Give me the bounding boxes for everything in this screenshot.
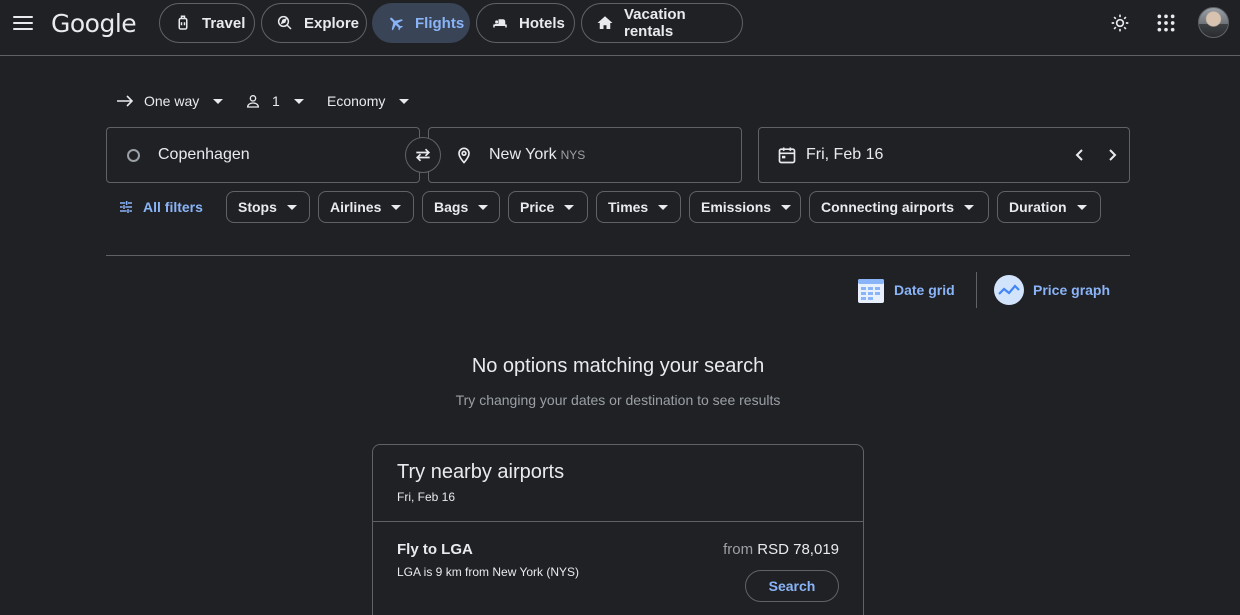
filter-connecting-airports-label: Connecting airports [821,199,955,215]
cabin-class-value: Economy [327,93,386,109]
filter-airlines-label: Airlines [330,199,382,215]
filter-times-label: Times [608,199,649,215]
price-graph-button[interactable]: Price graph [994,273,1110,307]
price-graph-label: Price graph [1033,282,1111,298]
nav-hotels-label: Hotels [519,14,565,32]
nearby-airports-card: Try nearby airports Fri, Feb 16 Fly to L… [372,444,864,615]
cabin-class-select[interactable]: Economy [327,90,410,112]
nav-travel-label: Travel [202,14,246,32]
nav-flights[interactable]: Flights [372,3,470,43]
filter-price-label: Price [520,199,555,215]
filter-connecting-airports[interactable]: Connecting airports [809,191,989,223]
nearby-airport-price: from RSD 78,019 [723,541,839,558]
passengers-select[interactable]: 1 [245,90,304,112]
origin-value: Copenhagen [158,146,250,163]
filter-duration-label: Duration [1009,199,1067,215]
location-pin-icon [458,147,470,164]
chevron-down-icon [293,98,304,104]
menu-icon-line [13,28,33,30]
nearby-airport-row: Fly to LGA LGA is 9 km from New York (NY… [373,522,863,615]
nav-vacation-rentals[interactable]: Vacation rentals [581,3,743,43]
filter-bags-label: Bags [434,199,469,215]
trip-type-select[interactable]: One way [116,90,224,112]
date-grid-icon [858,279,884,303]
chevron-left-icon [1075,149,1083,161]
all-filters-label: All filters [143,199,203,215]
no-results-title: No options matching your search [471,355,765,377]
nav-explore[interactable]: Explore [261,3,367,43]
apps-button[interactable] [1153,10,1179,36]
filter-price[interactable]: Price [508,191,588,223]
section-divider [106,255,1130,256]
airplane-icon [390,17,403,31]
account-avatar[interactable] [1198,7,1229,38]
chevron-down-icon [399,98,410,104]
nav-vacation-rentals-label: Vacation rentals [624,6,686,40]
previous-date-button[interactable] [1069,144,1091,166]
filter-emissions-label: Emissions [701,199,772,215]
destination-value: New York [489,146,557,163]
menu-icon-line [13,16,33,18]
chevron-down-icon [564,204,575,210]
main-menu-button[interactable] [10,10,36,36]
destination-field[interactable]: New York NYS [428,127,742,183]
arrow-right-icon [117,95,134,107]
filter-stops-label: Stops [238,199,277,215]
filter-times[interactable]: Times [596,191,681,223]
destination-code: NYS [560,148,586,162]
top-app-bar: Google Travel Explore Flights Hotels Vac… [0,0,1240,56]
nav-travel[interactable]: Travel [159,3,255,43]
filter-emissions[interactable]: Emissions [689,191,801,223]
chevron-down-icon [478,204,489,210]
all-filters-button[interactable]: All filters [118,196,203,218]
origin-circle-icon [127,148,140,162]
trip-type-value: One way [144,93,200,109]
swap-locations-button[interactable] [405,137,441,173]
price-prefix: from [723,541,754,558]
chevron-right-icon [1109,149,1117,161]
passengers-value: 1 [272,93,280,109]
bed-icon [493,19,507,28]
filter-stops[interactable]: Stops [226,191,310,223]
departure-date-value: Fri, Feb 16 [806,146,884,163]
chevron-down-icon [286,204,297,210]
date-grid-button[interactable]: Date grid [857,273,955,307]
suitcase-icon [178,15,188,30]
price-graph-icon [994,275,1024,305]
sun-icon [1111,14,1129,32]
apps-grid-icon [1157,14,1175,32]
swap-icon [415,148,431,162]
nav-flights-label: Flights [415,14,465,32]
google-logo[interactable]: Google [51,9,137,38]
nav-explore-label: Explore [304,14,360,32]
next-date-button[interactable] [1101,144,1123,166]
nearby-airports-title: Try nearby airports [397,461,565,483]
chevron-down-icon [658,204,669,210]
tune-icon [120,201,132,213]
price-value: RSD 78,019 [757,541,839,558]
no-results-subtitle: Try changing your dates or destination t… [455,392,781,408]
chevron-down-icon [213,98,224,104]
nav-hotels[interactable]: Hotels [476,3,575,43]
chevron-down-icon [964,204,975,210]
calendar-icon [778,147,796,164]
filter-duration[interactable]: Duration [997,191,1101,223]
chevron-down-icon [781,204,792,210]
chevron-down-icon [1076,204,1087,210]
person-icon [246,95,260,108]
filter-bags[interactable]: Bags [422,191,500,223]
explore-icon [277,15,292,30]
theme-toggle-button[interactable] [1107,10,1133,36]
origin-field[interactable]: Copenhagen [106,127,420,183]
house-icon [597,16,613,29]
tools-separator [976,272,977,308]
nearby-airports-header: Try nearby airports Fri, Feb 16 [373,445,863,522]
filter-airlines[interactable]: Airlines [318,191,414,223]
departure-date-field[interactable]: Fri, Feb 16 [758,127,1130,183]
date-grid-label: Date grid [894,282,955,298]
menu-icon-line [13,22,33,24]
chevron-down-icon [391,204,402,210]
nearby-airport-search-button[interactable]: Search [745,570,839,602]
nearby-airports-date: Fri, Feb 16 [397,490,456,504]
